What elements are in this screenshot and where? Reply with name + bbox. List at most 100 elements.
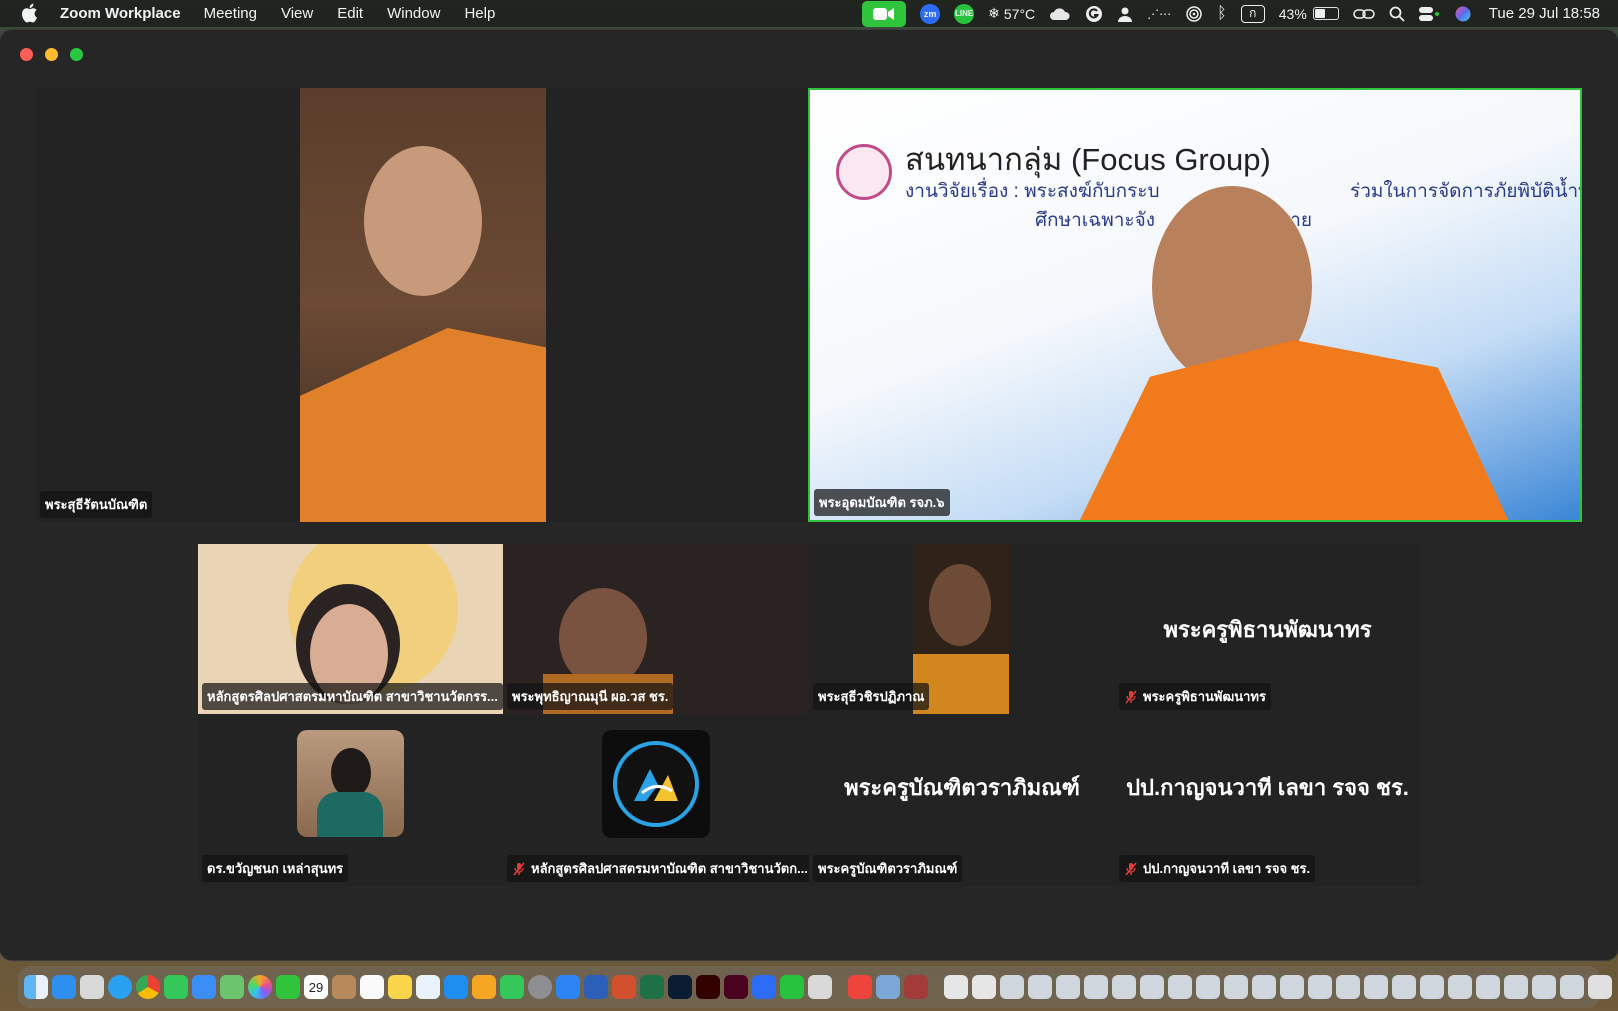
launchpad-icon[interactable]	[80, 975, 104, 999]
trash-icon[interactable]	[1588, 975, 1612, 999]
zoom-video-tray-icon[interactable]	[862, 0, 907, 27]
system-settings-icon[interactable]	[528, 975, 552, 999]
mail-icon[interactable]	[192, 975, 216, 999]
participant-tile[interactable]: พระครูบัณฑิตวราภิมณฑ์ พระครูบัณฑิตวราภิม…	[809, 714, 1115, 886]
pages-icon[interactable]	[472, 975, 496, 999]
menu-bar: Zoom Workplace Meeting View Edit Window …	[0, 0, 1618, 27]
messages-icon[interactable]	[164, 975, 188, 999]
participant-tile[interactable]: ปป.กาญจนวาที เลขา รจจ ชร. ปป.กาญจนวาที เ…	[1115, 714, 1420, 886]
window-thumbnail[interactable]	[1084, 975, 1108, 999]
calendar-icon[interactable]: 29	[304, 975, 328, 999]
window-controls	[20, 48, 83, 61]
freeform-icon[interactable]	[416, 975, 440, 999]
notes-icon[interactable]	[388, 975, 412, 999]
window-thumbnail[interactable]	[1420, 975, 1444, 999]
window-thumbnail[interactable]	[1280, 975, 1304, 999]
indesign-icon[interactable]	[724, 975, 748, 999]
participant-tile[interactable]: พระพุทธิญาณมุนี ผอ.วส ชร.	[503, 544, 809, 714]
app-name[interactable]: Zoom Workplace	[60, 5, 181, 22]
numbers-icon[interactable]	[500, 975, 524, 999]
window-thumbnail[interactable]	[1140, 975, 1164, 999]
zoom-dock-icon[interactable]	[752, 975, 776, 999]
bluetooth-icon[interactable]: ᛒ	[1217, 0, 1227, 27]
window-thumbnail[interactable]	[1532, 975, 1556, 999]
window-thumbnail[interactable]	[1196, 975, 1220, 999]
window-thumbnail[interactable]	[1392, 975, 1416, 999]
menu-edit[interactable]: Edit	[337, 5, 363, 22]
participant-tile[interactable]: พระสุธีรัตนบัณฑิต	[36, 88, 808, 522]
close-window-button[interactable]	[20, 48, 33, 61]
illustrator-icon[interactable]	[696, 975, 720, 999]
line-dock-icon[interactable]	[780, 975, 804, 999]
window-thumbnail[interactable]	[1476, 975, 1500, 999]
line-tray-icon[interactable]: LINE	[954, 3, 975, 24]
contacts-icon[interactable]	[332, 975, 356, 999]
icloud-icon[interactable]	[1049, 0, 1071, 27]
control-center-icon[interactable]	[1418, 0, 1441, 27]
clock[interactable]: Tue 29 Jul 18:58	[1489, 5, 1600, 22]
window-thumbnail[interactable]	[1252, 975, 1276, 999]
temperature-value: 57°C	[1003, 5, 1036, 22]
search-icon[interactable]	[1389, 0, 1405, 27]
word-icon[interactable]	[584, 975, 608, 999]
menu-view[interactable]: View	[281, 5, 313, 22]
participant-name-label: หลักสูตรศิลปศาสตรมหาบัณฑิต สาขาวิชานวัตก…	[202, 683, 503, 710]
reminders-icon[interactable]	[360, 975, 384, 999]
airdrop-icon[interactable]	[1185, 0, 1203, 27]
zoom-tray-icon[interactable]: zm	[920, 3, 941, 24]
apple-menu-icon[interactable]	[20, 3, 42, 25]
excel-icon[interactable]	[640, 975, 664, 999]
document-icon[interactable]	[944, 975, 968, 999]
participant-tile[interactable]: หลักสูตรศิลปศาสตรมหาบัณฑิต สาขาวิชานวัตก…	[503, 714, 809, 886]
participant-tile[interactable]: ดร.ขวัญชนก เหล่าสุนทร	[198, 714, 503, 886]
battery-indicator[interactable]: 43%	[1279, 0, 1339, 27]
window-thumbnail[interactable]	[1056, 975, 1080, 999]
window-thumbnail[interactable]	[1028, 975, 1052, 999]
input-source-icon[interactable]: ก	[1240, 4, 1265, 23]
window-thumbnail[interactable]	[1000, 975, 1024, 999]
participant-tile[interactable]: พระสุธีวชิรปฏิภาณ	[809, 544, 1115, 714]
finder-icon[interactable]	[24, 975, 48, 999]
siri-icon[interactable]	[1455, 0, 1471, 27]
maximize-window-button[interactable]	[70, 48, 83, 61]
menu-window[interactable]: Window	[387, 5, 440, 22]
temperature-tray[interactable]: ❄ 57°C	[988, 0, 1035, 27]
app-store-icon[interactable]	[444, 975, 468, 999]
photos-icon[interactable]	[248, 975, 272, 999]
muted-mic-icon	[512, 862, 526, 876]
minimize-window-button[interactable]	[45, 48, 58, 61]
participant-tile[interactable]: พระครูพิธานพัฒนาทร พระครูพิธานพัฒนาทร	[1115, 544, 1420, 714]
utility-app-icon[interactable]	[808, 975, 832, 999]
dots-icon[interactable]: ⋰⋯	[1147, 0, 1171, 27]
facetime-icon[interactable]	[276, 975, 300, 999]
window-thumbnail[interactable]	[1504, 975, 1528, 999]
chrome-icon[interactable]	[136, 975, 160, 999]
dictionary-icon[interactable]	[904, 975, 928, 999]
window-thumbnail[interactable]	[1364, 975, 1388, 999]
participant-tile[interactable]: หลักสูตรศิลปศาสตรมหาบัณฑิต สาขาวิชานวัตก…	[198, 544, 503, 714]
window-thumbnail[interactable]	[1336, 975, 1360, 999]
window-thumbnail[interactable]	[1448, 975, 1472, 999]
window-thumbnail[interactable]	[1112, 975, 1136, 999]
menu-meeting[interactable]: Meeting	[204, 5, 257, 22]
link-icon[interactable]	[1353, 0, 1375, 27]
grammarly-icon[interactable]	[1085, 0, 1103, 27]
window-thumbnail[interactable]	[1168, 975, 1192, 999]
window-thumbnail[interactable]	[1560, 975, 1584, 999]
window-thumbnail[interactable]	[1308, 975, 1332, 999]
keynote-icon[interactable]	[556, 975, 580, 999]
user-icon[interactable]	[1117, 0, 1133, 27]
participant-clothing	[317, 792, 383, 837]
menu-help[interactable]: Help	[464, 5, 495, 22]
program-logo-icon	[613, 741, 699, 827]
icloud-drive-icon[interactable]	[52, 975, 76, 999]
maps-icon[interactable]	[220, 975, 244, 999]
preview-icon[interactable]	[876, 975, 900, 999]
powerpoint-icon[interactable]	[612, 975, 636, 999]
photoshop-icon[interactable]	[668, 975, 692, 999]
document-icon[interactable]	[972, 975, 996, 999]
safari-icon[interactable]	[108, 975, 132, 999]
anydesk-icon[interactable]	[848, 975, 872, 999]
active-speaker-tile[interactable]: สนทนากลุ่ม (Focus Group) งานวิจัยเรื่อง …	[808, 88, 1582, 522]
window-thumbnail[interactable]	[1224, 975, 1248, 999]
